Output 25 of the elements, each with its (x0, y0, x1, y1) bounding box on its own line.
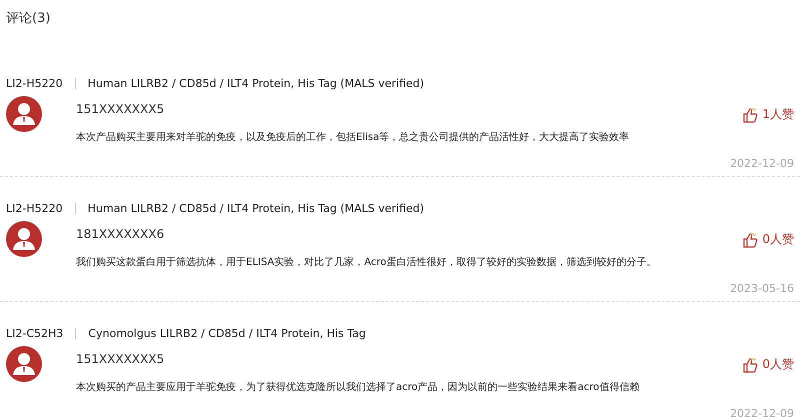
avatar-icon (6, 346, 42, 382)
comments-title: 评论(3) (5, 10, 52, 28)
user-name: 181XXXXXXX6 (76, 227, 166, 243)
product-code: LI2-C52H3 (6, 326, 64, 340)
product-code: LI2-H5220 (6, 76, 63, 90)
like-button[interactable]: 0人赞 (742, 356, 794, 373)
comment-date: 2022-12-09 (730, 407, 794, 417)
thumbs-up-icon (742, 356, 758, 372)
product-name: Human LILRB2 / CD85d / ILT4 Protein, His Tag (MALS verified) (88, 202, 424, 214)
product-name: Human LILRB2 / CD85d / ILT4 Protein, His Tag (MALS verified) (88, 76, 424, 90)
thumbs-up-icon (742, 106, 758, 122)
product-code: LI2-H5220 (6, 202, 63, 214)
avatar-icon (6, 96, 42, 132)
comment-date: 2022-12-09 (730, 157, 794, 170)
user-name: 151XXXXXXX5 (76, 102, 166, 118)
thumbs-up-icon (742, 232, 758, 248)
comment-text: 我们购买这款蛋白用于筛选抗体，用于ELISA实验，对比了几家，Acro蛋白活性很好，取得了较好的实验数据，筛选到较好的分子。 (76, 256, 658, 269)
avatar-icon (6, 221, 42, 257)
product-name: Cynomolgus LILRB2 / CD85d / ILT4 Protein, His Tag (88, 326, 366, 340)
like-button[interactable]: 0人赞 (742, 231, 794, 248)
comment-text: 本次产品购买主要用来对羊驼的免疫，以及免疫后的工作，包括Elisa等，总之贵公司提供的产品活性好，大大提高了实验效率 (76, 130, 630, 144)
comment-text: 本次购买的产品主要应用于羊驼免疫，为了获得优选克隆所以我们选择了acro产品，因为以前的一些实验结果来看acro值得信赖 (76, 380, 640, 394)
like-button[interactable]: 1人赞 (742, 106, 794, 123)
comment-date: 2023-05-16 (730, 282, 794, 295)
user-name: 151XXXXXXX5 (76, 352, 166, 368)
